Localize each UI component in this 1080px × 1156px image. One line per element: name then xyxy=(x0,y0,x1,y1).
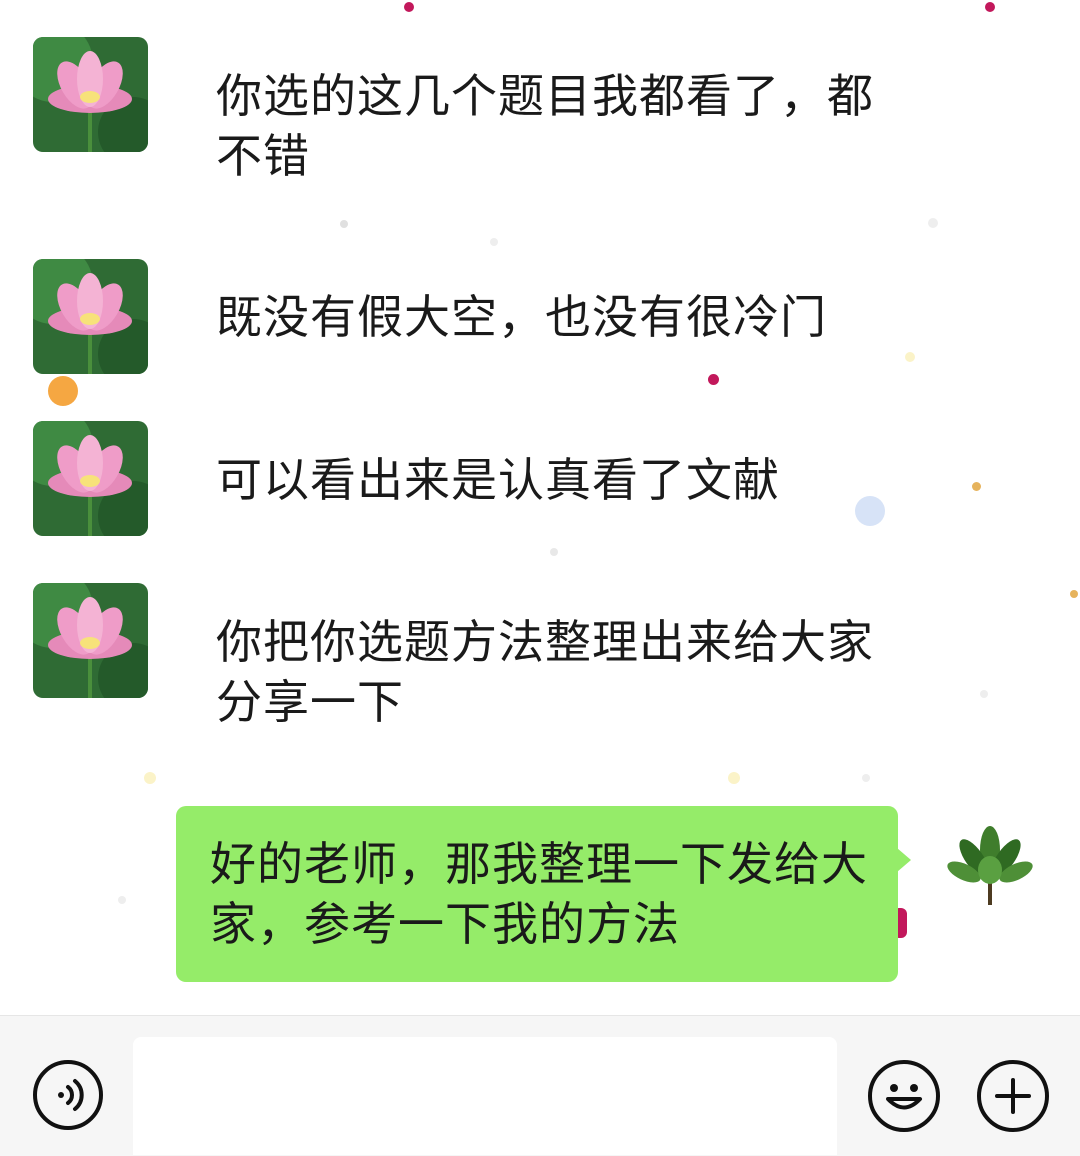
lotus-icon xyxy=(33,583,148,698)
lotus-icon xyxy=(33,259,148,374)
confetti-dot xyxy=(1070,590,1078,598)
more-button[interactable] xyxy=(977,1060,1049,1132)
confetti-dot xyxy=(905,352,915,362)
message-input[interactable] xyxy=(133,1037,837,1155)
message-text: 你把你选题方法整理出来给大家分享一下 xyxy=(216,615,874,729)
emoji-icon xyxy=(886,1084,922,1110)
confetti-dot xyxy=(550,548,558,556)
message-text: 好的老师，那我整理一下发给大家，参考一下我的方法 xyxy=(210,837,868,951)
voice-button[interactable] xyxy=(33,1060,103,1130)
lotus-icon xyxy=(33,421,148,536)
chat-area[interactable]: 你选的这几个题目我都看了，都不错 既没有假大空，也没有很冷门 可以看出来是认真看… xyxy=(0,0,1080,1015)
confetti-dot xyxy=(985,2,995,12)
confetti-dot xyxy=(708,374,719,385)
confetti-dot xyxy=(404,2,414,12)
plus-icon xyxy=(995,1078,1031,1114)
contact-avatar[interactable] xyxy=(33,37,148,152)
self-message-bubble[interactable]: 好的老师，那我整理一下发给大家，参考一下我的方法 xyxy=(176,806,911,982)
confetti-dot xyxy=(144,772,156,784)
confetti-dot xyxy=(972,482,981,491)
emoji-button[interactable] xyxy=(868,1060,940,1132)
leaf-icon xyxy=(947,826,1033,905)
message-text: 你选的这几个题目我都看了，都不错 xyxy=(216,69,874,183)
confetti-dot xyxy=(48,376,78,406)
self-avatar[interactable] xyxy=(944,820,1036,912)
message-text: 既没有假大空，也没有很冷门 xyxy=(216,290,827,344)
lotus-icon xyxy=(33,37,148,152)
confetti-dot xyxy=(340,220,348,228)
voice-icon xyxy=(58,1079,84,1111)
confetti-dot xyxy=(928,218,938,228)
contact-avatar[interactable] xyxy=(33,259,148,374)
contact-avatar[interactable] xyxy=(33,583,148,698)
confetti-dot xyxy=(728,772,740,784)
confetti-dot xyxy=(980,690,988,698)
confetti-dot xyxy=(862,774,870,782)
message-text: 可以看出来是认真看了文献 xyxy=(216,453,780,507)
contact-avatar[interactable] xyxy=(33,421,148,536)
confetti-dot xyxy=(118,896,126,904)
confetti-dot xyxy=(490,238,498,246)
